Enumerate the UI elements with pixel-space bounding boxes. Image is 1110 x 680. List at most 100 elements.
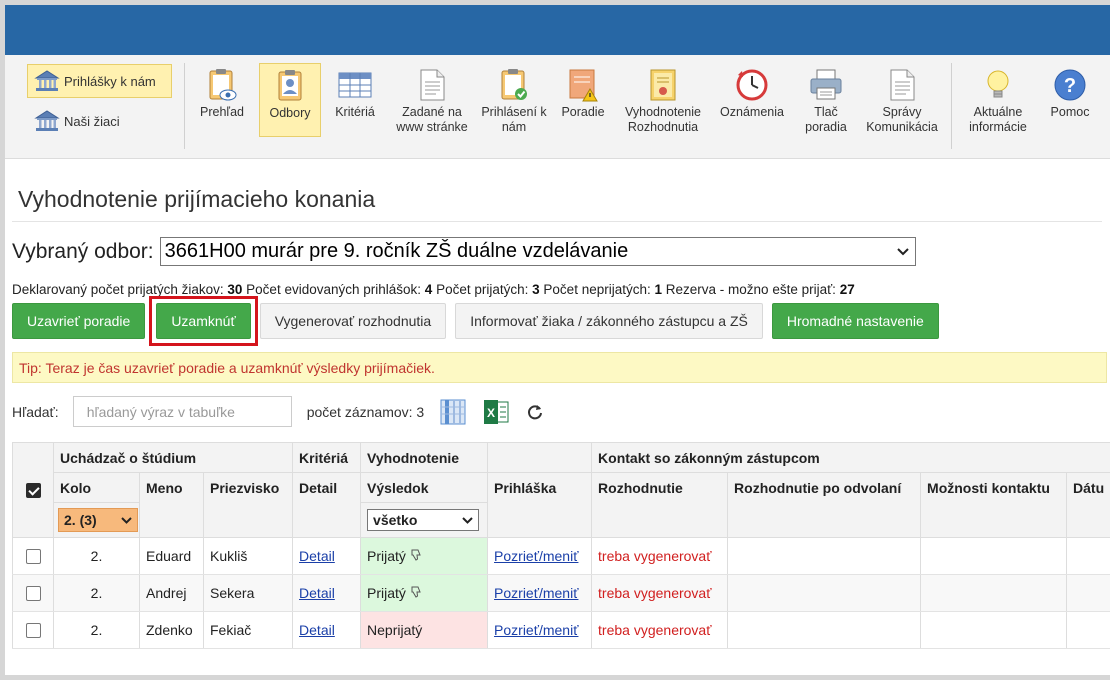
app-window: Prihlášky k nám Naši žiaci Prehľad Odbor… (0, 0, 1110, 680)
cell-rozhodnutie-odvolani (727, 574, 922, 612)
tool-prihlaseni[interactable]: Prihlásení k nám (481, 63, 547, 137)
tool-kriteria[interactable]: Kritériá (329, 63, 381, 137)
odbor-selected-value: 3661H00 murár pre 9. ročník ZŠ duálne vz… (164, 240, 629, 262)
thumbs-down-icon[interactable] (410, 586, 422, 598)
chevron-down-icon (121, 516, 132, 524)
row-checkbox[interactable] (25, 586, 41, 602)
stat-reserve-label: Rezerva - možno ešte prijať: (665, 282, 836, 297)
row-checkbox[interactable] (25, 549, 41, 565)
highlight-box: Uzamknúť (149, 296, 258, 346)
row-select-cell (12, 574, 54, 612)
cell-meno: Eduard (139, 537, 204, 575)
stat-accepted-label: Počet prijatých: (436, 282, 529, 297)
table-row: 2. Zdenko Fekiač Detail Neprijatý Pozrie… (12, 611, 1110, 649)
tool-label: Pomoc (1050, 105, 1090, 119)
vysledok-filter-select[interactable]: všetko (367, 509, 480, 531)
clock-icon (736, 69, 768, 101)
prihlaska-link[interactable]: Pozrieť/meniť (494, 585, 578, 601)
sidebar-item-label: Prihlášky k nám (64, 73, 156, 89)
cell-datum (1066, 574, 1110, 612)
table-tools: X (440, 399, 561, 425)
cell-moznosti (920, 611, 1068, 649)
tool-zadane-na-www[interactable]: Zadané na www stránke (390, 63, 474, 137)
search-input[interactable]: hľadaný výraz v tabuľke (72, 396, 292, 427)
column-header-detail: Detail (292, 472, 362, 538)
stat-accepted-value: 3 (532, 282, 540, 297)
column-header-priezvisko[interactable]: Priezvisko (202, 472, 294, 538)
tool-prehlad[interactable]: Prehľad (193, 63, 251, 137)
refresh-icon[interactable] (526, 403, 544, 421)
tool-vyhodnotenie[interactable]: Vyhodnotenie Rozhodnutia (617, 63, 709, 137)
row-checkbox[interactable] (25, 623, 41, 639)
cell-vysledok: Prijatý (360, 574, 489, 612)
sidebar-item-prihlasky[interactable]: Prihlášky k nám (27, 64, 172, 98)
vysledok-filter-cell: všetko (360, 502, 489, 538)
stat-declared-value: 30 (227, 282, 243, 297)
tool-odbory[interactable]: Odbory (259, 63, 321, 137)
select-all-cell (12, 442, 54, 538)
tool-label: Kritériá (335, 105, 375, 119)
odbor-select[interactable]: 3661H00 murár pre 9. ročník ZŠ duálne vz… (159, 237, 916, 266)
select-all-checkbox[interactable] (25, 483, 41, 499)
column-header-vysledok[interactable]: Výsledok (360, 472, 489, 503)
generate-decisions-button[interactable]: Vygenerovať rozhodnutia (259, 303, 447, 339)
cell-rozhodnutie-odvolani (727, 537, 922, 575)
table-row: 2. Eduard Kukliš Detail Prijatý Pozrieť/… (12, 537, 1110, 575)
stat-rejected-value: 1 (654, 282, 663, 297)
tool-pomoc[interactable]: ? Pomoc (1041, 63, 1099, 137)
detail-link[interactable]: Detail (299, 548, 335, 564)
prihlaska-link[interactable]: Pozrieť/meniť (494, 622, 578, 638)
thumbs-down-icon[interactable] (410, 549, 422, 561)
detail-link[interactable]: Detail (299, 585, 335, 601)
page-title: Vyhodnotenie prijímacieho konania (12, 159, 1102, 222)
toolbar-divider (184, 63, 185, 149)
cell-detail: Detail (292, 537, 362, 575)
cell-detail: Detail (292, 611, 362, 649)
close-order-button[interactable]: Uzavrieť poradie (12, 303, 146, 339)
group-header-contact: Kontakt so zákonným zástupcom (591, 442, 1110, 473)
lightbulb-icon (987, 70, 1009, 98)
tool-tlac-poradia[interactable]: Tlač poradia (798, 63, 854, 137)
toolbar-divider (951, 63, 952, 149)
stat-rejected-label: Počet neprijatých: (543, 282, 651, 297)
table-grid-icon (338, 72, 372, 98)
sidebar-item-nasi-ziaci[interactable]: Naši žiaci (27, 104, 172, 138)
stat-evid-value: 4 (424, 282, 433, 297)
row-select-cell (12, 611, 54, 649)
top-header-bar (5, 5, 1110, 55)
column-header-meno[interactable]: Meno (139, 472, 204, 538)
main-content: Vyhodnotenie prijímacieho konania Vybran… (5, 159, 1110, 649)
cell-priezvisko: Fekiač (202, 611, 294, 649)
row-select-cell (12, 537, 54, 575)
prihlaska-link[interactable]: Pozrieť/meniť (494, 548, 578, 564)
tool-label: Odbory (269, 106, 311, 120)
group-header-applicant: Uchádzač o štúdium (52, 442, 294, 473)
cell-priezvisko: Sekera (202, 574, 294, 612)
stat-reserve-value: 27 (839, 282, 855, 297)
tool-aktualne-informacie[interactable]: Aktuálne informácie (960, 63, 1036, 137)
detail-link[interactable]: Detail (299, 622, 335, 638)
sidebar-switcher: Prihlášky k nám Naši žiaci (27, 64, 172, 144)
columns-icon[interactable] (440, 399, 466, 425)
cell-priezvisko: Kukliš (202, 537, 294, 575)
column-header-kolo[interactable]: Kolo (53, 472, 140, 503)
column-header-rozhodnutie: Rozhodnutie (591, 472, 729, 538)
vysledok-filter-value: všetko (373, 512, 418, 528)
cell-prihlaska: Pozrieť/meniť (487, 537, 593, 575)
tool-spravy[interactable]: Správy Komunikácia (860, 63, 944, 137)
cell-kolo: 2. (53, 537, 140, 575)
inform-button[interactable]: Informovať žiaka / zákonného zástupcu a … (455, 303, 763, 339)
applicants-table: Uchádzač o štúdium Kritériá Vyhodnotenie… (12, 442, 1110, 649)
kolo-filter-select[interactable]: 2. (3) (58, 508, 138, 532)
excel-icon[interactable]: X (483, 399, 509, 425)
odbor-label: Vybraný odbor: (12, 239, 154, 263)
tool-oznamenia[interactable]: Oznámenia (714, 63, 790, 137)
tool-poradie[interactable]: Poradie (555, 63, 611, 137)
bulk-settings-button[interactable]: Hromadné nastavenie (771, 303, 939, 339)
certificate-icon (650, 69, 676, 101)
lock-button[interactable]: Uzamknúť (156, 303, 251, 339)
group-header-evaluation: Vyhodnotenie (360, 442, 489, 473)
cell-rozhodnutie: treba vygenerovať (591, 537, 729, 575)
tool-label: Vyhodnotenie Rozhodnutia (625, 105, 701, 134)
cell-meno: Andrej (139, 574, 204, 612)
